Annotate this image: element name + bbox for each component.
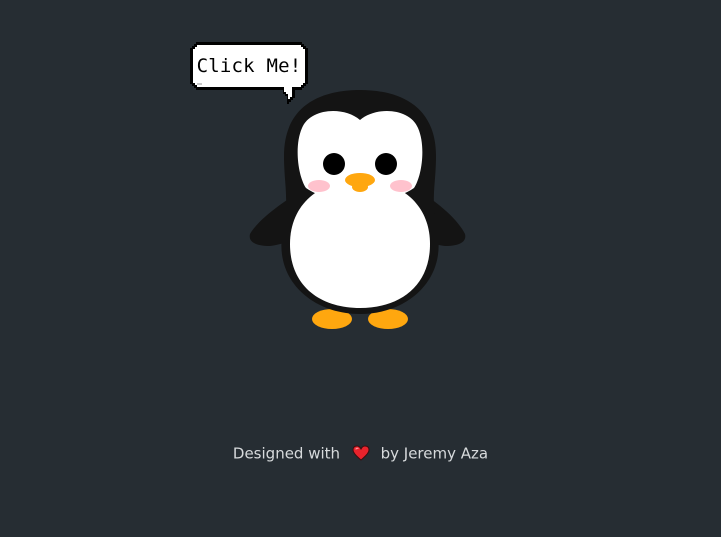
- left-eye: [323, 153, 345, 175]
- beak-lower: [352, 182, 368, 192]
- click-me-speech-bubble[interactable]: Click Me!: [190, 42, 308, 104]
- right-cheek: [390, 180, 412, 192]
- right-eye: [375, 153, 397, 175]
- click-me-label[interactable]: Click Me!: [190, 42, 308, 90]
- penguin-character[interactable]: [240, 86, 480, 336]
- penguin-belly: [290, 180, 430, 308]
- footer-author: by Jeremy Aza: [380, 444, 489, 463]
- footer-credit: Designed with by Jeremy Aza: [0, 441, 721, 466]
- left-cheek: [308, 180, 330, 192]
- footer-prefix: Designed with: [232, 444, 341, 463]
- heart-icon: [352, 444, 370, 461]
